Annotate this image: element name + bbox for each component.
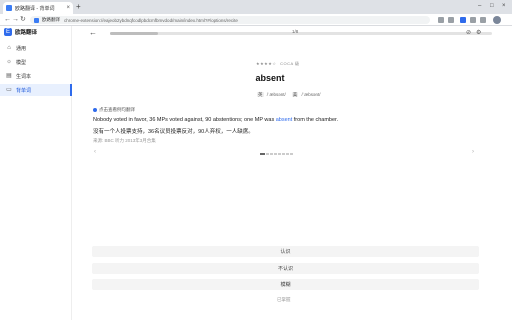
pagination-dot[interactable] (290, 153, 293, 155)
app-sidebar: E 欧路翻译 ⌂ 通用 ☼ 模型 ▤ 生词本 ▭ 背单词 (0, 26, 72, 320)
sidepanel-icon[interactable] (480, 17, 486, 23)
browser-toolbar: ← → ↻ 欧路翻译 chrome-extension://eajeob2ybd… (0, 14, 512, 26)
settings-gear-icon[interactable]: ⚙ (476, 29, 481, 36)
home-icon: ⌂ (7, 45, 11, 51)
phonetic-uk-tag: 英 (257, 92, 264, 97)
new-tab-icon[interactable]: + (76, 2, 81, 12)
visibility-toggle-icon[interactable]: ⊘ (466, 29, 471, 36)
word-title: absent (255, 73, 285, 83)
address-bar[interactable]: 欧路翻译 chrome-extension://eajeob2ybdnqfcod… (30, 16, 430, 24)
address-chip: 欧路翻译 (42, 17, 60, 22)
vague-button[interactable]: 模糊 (92, 279, 479, 290)
example-label: 点击查看例句翻译 (99, 107, 135, 112)
extensions-puzzle-icon[interactable] (470, 17, 476, 23)
phonetic-us-tag: 美 (291, 92, 299, 97)
recite-icon: ▭ (6, 87, 12, 93)
pagination-dot[interactable] (274, 153, 277, 155)
sidebar-item-label: 生词本 (16, 73, 32, 80)
prev-example-icon[interactable]: ‹ (94, 149, 96, 155)
pagination-dot[interactable] (278, 153, 281, 155)
example-translate-toggle[interactable]: 点击查看例句翻译 (93, 107, 135, 113)
bookmark-star-icon[interactable] (448, 17, 454, 23)
model-icon: ☼ (6, 59, 12, 65)
address-url[interactable]: chrome-extension://eajeob2ybdnqfcodlpbdc… (64, 18, 238, 23)
sentence-part: from the chamber. (292, 117, 339, 123)
sidebar-item-model[interactable]: ☼ 模型 (0, 56, 72, 68)
pagination-dot[interactable] (286, 153, 289, 155)
sidebar-item-recite[interactable]: ▭ 背单词 (0, 84, 72, 96)
phonetic-uk[interactable]: 英 /ˈæbsənt/ (257, 92, 286, 98)
pagination-dot[interactable] (270, 153, 273, 155)
example-pagination (260, 153, 293, 155)
back-arrow-icon[interactable]: ← (4, 15, 11, 25)
extension-pinned-icon[interactable] (460, 17, 466, 23)
progress-text: 1/8 (292, 29, 299, 34)
browser-tab[interactable]: 欧路翻译 - 背单词 × (3, 2, 73, 14)
forward-arrow-icon[interactable]: → (12, 15, 19, 25)
unknown-button[interactable]: 不认识 (92, 263, 479, 274)
sidebar-item-label: 通用 (16, 45, 27, 52)
app-brand: E 欧路翻译 (4, 28, 37, 36)
back-icon[interactable]: ← (89, 28, 97, 38)
frequency-stars: ★★★★☆ COCA 级 (256, 61, 300, 67)
extension-favicon-icon (6, 5, 12, 11)
know-button[interactable]: 认识 (92, 246, 479, 257)
app-logo-icon: E (4, 28, 12, 36)
sidebar-item-label: 背单词 (16, 87, 32, 94)
sentence-part: Nobody voted in favor, 36 MPs voted agai… (93, 117, 276, 123)
close-tab-icon[interactable]: × (66, 5, 70, 11)
highlighted-word: absent (275, 117, 293, 123)
sidebar-item-general[interactable]: ⌂ 通用 (0, 42, 72, 54)
progress-bar (110, 32, 492, 35)
pagination-dot[interactable] (282, 153, 285, 155)
extension-icon (34, 17, 39, 23)
app-brand-name: 欧路翻译 (15, 30, 38, 36)
progress-fill (110, 32, 158, 35)
phonetics: 英 /ˈæbsənt/ 美 /ˈæbsənt/ (257, 92, 321, 98)
pagination-dot[interactable] (266, 153, 269, 155)
info-dot-icon (93, 108, 97, 112)
mastered-link[interactable]: 已掌握 (277, 297, 291, 303)
window-close-icon[interactable]: × (502, 1, 506, 11)
frequency-label: COCA 级 (280, 61, 300, 66)
sidebar-item-wordbook[interactable]: ▤ 生词本 (0, 70, 72, 82)
tab-title: 欧路翻译 - 背单词 (15, 5, 55, 12)
example-source: 来源: BBC 听力 2013年3月合集 (93, 138, 156, 143)
example-sentence-zh: 没有一个人投票支持，36名议员投票反对，90人弃权，一人缺席。 (93, 129, 254, 135)
star-rating-icon: ★★★★☆ (256, 61, 277, 66)
profile-avatar[interactable] (493, 16, 501, 24)
next-example-icon[interactable]: › (472, 149, 474, 155)
pagination-dot[interactable] (260, 153, 265, 155)
recite-header: ← 1/8 ⊘ ⚙ (72, 26, 512, 40)
minimize-icon[interactable]: – (478, 1, 481, 11)
share-icon[interactable] (438, 17, 444, 23)
reload-icon[interactable]: ↻ (20, 15, 26, 25)
phonetic-us[interactable]: 美 /ˈæbsənt/ (291, 92, 321, 98)
example-sentence-en: Nobody voted in favor, 36 MPs voted agai… (93, 117, 338, 123)
phonetic-us-text: /ˈæbsənt/ (301, 92, 321, 97)
browser-tabstrip: 欧路翻译 - 背单词 × + – □ × (0, 0, 512, 14)
phonetic-uk-text: /ˈæbsənt/ (266, 92, 286, 97)
wordbook-icon: ▤ (6, 73, 12, 79)
maximize-icon[interactable]: □ (490, 1, 494, 11)
sidebar-item-label: 模型 (16, 59, 27, 66)
